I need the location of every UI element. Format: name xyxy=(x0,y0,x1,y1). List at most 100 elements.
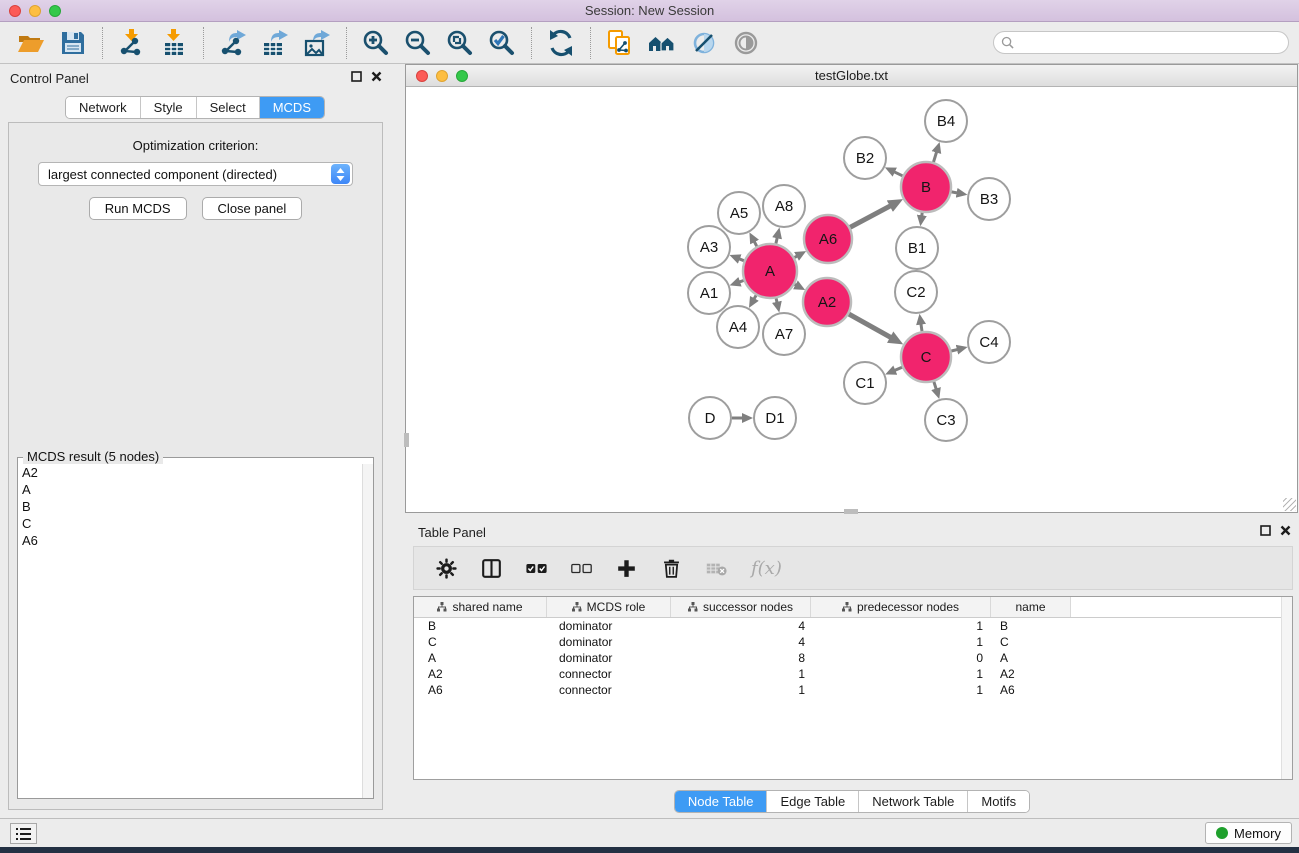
graph-edge-A-A5[interactable] xyxy=(754,241,757,246)
delete-column-button[interactable] xyxy=(661,558,682,579)
tab-node-table[interactable]: Node Table xyxy=(675,791,768,812)
graph-edge-A6-B[interactable] xyxy=(850,206,891,228)
graph-node-label: B xyxy=(921,179,931,196)
vertical-scroll-indicator[interactable] xyxy=(404,433,409,447)
tab-mcds[interactable]: MCDS xyxy=(260,97,324,118)
export-image-button[interactable] xyxy=(300,26,334,60)
search-box[interactable] xyxy=(993,31,1289,54)
tab-edge-table[interactable]: Edge Table xyxy=(767,791,859,812)
graph-edge-B-B2[interactable] xyxy=(894,172,903,176)
minimize-network-window-button[interactable] xyxy=(436,70,448,82)
zoom-window-button[interactable] xyxy=(49,5,61,17)
eye-icon xyxy=(732,29,760,57)
graph-edge-C-C2[interactable] xyxy=(921,324,922,332)
tab-select[interactable]: Select xyxy=(197,97,260,118)
task-history-button[interactable] xyxy=(10,823,37,844)
table-cell: dominator xyxy=(547,619,671,633)
graph-edge-B-B1[interactable] xyxy=(922,213,923,217)
mcds-result-item[interactable]: A2 xyxy=(18,464,362,481)
close-panel-icon[interactable] xyxy=(371,71,382,82)
mcds-result-item[interactable]: C xyxy=(18,515,362,532)
import-network-button[interactable] xyxy=(115,26,149,60)
zoom-out-button[interactable] xyxy=(401,26,435,60)
graph-edge-A2-C[interactable] xyxy=(849,314,891,338)
save-session-button[interactable] xyxy=(56,26,90,60)
graph-edge-B-B4[interactable] xyxy=(934,152,937,163)
show-column-panel-button[interactable] xyxy=(481,558,502,579)
column-header-mcds-role[interactable]: MCDS role xyxy=(547,597,671,617)
home-view-button[interactable] xyxy=(645,26,679,60)
graph-edge-A-A4[interactable] xyxy=(754,295,756,299)
mcds-result-item[interactable]: B xyxy=(18,498,362,515)
control-panel-tabs: NetworkStyleSelectMCDS xyxy=(65,96,325,119)
zoom-in-button[interactable] xyxy=(359,26,393,60)
mcds-result-item[interactable]: A6 xyxy=(18,532,362,549)
run-mcds-button[interactable]: Run MCDS xyxy=(89,197,187,220)
table-row[interactable]: Adominator80A xyxy=(414,650,1292,666)
mcds-result-item[interactable]: A xyxy=(18,481,362,498)
graph-node-label: D xyxy=(705,410,716,427)
tab-style[interactable]: Style xyxy=(141,97,197,118)
close-panel-icon[interactable] xyxy=(1280,525,1291,536)
table-cell: 1 xyxy=(811,683,991,697)
minimize-window-button[interactable] xyxy=(29,5,41,17)
memory-button[interactable]: Memory xyxy=(1205,822,1292,844)
graph-edge-A-A7[interactable] xyxy=(776,298,777,303)
window-resize-grip[interactable] xyxy=(1283,498,1296,511)
table-cell: 4 xyxy=(671,619,811,633)
result-list-scrollbar[interactable] xyxy=(362,464,373,798)
mcds-tab-content: Optimization criterion: largest connecte… xyxy=(8,122,383,810)
table-settings-button[interactable] xyxy=(436,558,457,579)
float-panel-icon[interactable] xyxy=(351,71,362,82)
search-input[interactable] xyxy=(1019,34,1288,52)
graph-edge-C-C1[interactable] xyxy=(894,367,902,370)
column-header-successor-nodes[interactable]: successor nodes xyxy=(671,597,811,617)
graph-edge-C-C3[interactable] xyxy=(934,382,936,390)
graph-edge-B-B3[interactable] xyxy=(952,192,958,193)
memory-status-icon xyxy=(1216,827,1228,839)
zoom-fit-button[interactable] xyxy=(443,26,477,60)
table-row[interactable]: Cdominator41C xyxy=(414,634,1292,650)
export-table-button[interactable] xyxy=(258,26,292,60)
graph-edge-A-A3[interactable] xyxy=(739,259,744,261)
select-all-columns-button[interactable] xyxy=(526,558,547,579)
network-window-titlebar[interactable]: testGlobe.txt xyxy=(406,65,1297,87)
unselect-all-columns-button[interactable] xyxy=(571,558,592,579)
toggle-overview-button[interactable] xyxy=(729,26,763,60)
column-header-predecessor-nodes[interactable]: predecessor nodes xyxy=(811,597,991,617)
close-panel-button[interactable]: Close panel xyxy=(202,197,303,220)
close-network-window-button[interactable] xyxy=(416,70,428,82)
duplicate-network-button[interactable] xyxy=(603,26,637,60)
zoom-network-window-button[interactable] xyxy=(456,70,468,82)
column-header-shared-name[interactable]: shared name xyxy=(414,597,547,617)
delete-table-button[interactable] xyxy=(706,558,727,579)
close-window-button[interactable] xyxy=(9,5,21,17)
import-table-button[interactable] xyxy=(157,26,191,60)
table-row[interactable]: Bdominator41B xyxy=(414,618,1292,634)
graph-edge-C-C4[interactable] xyxy=(951,349,958,351)
graph-edge-A-A1[interactable] xyxy=(739,281,744,283)
table-row[interactable]: A6connector11A6 xyxy=(414,682,1292,698)
export-network-button[interactable] xyxy=(216,26,250,60)
network-canvas[interactable]: B4B2BB3A8A5A6A3B1AA1C2A2A4A7C4CC1C3DD1 xyxy=(406,87,1297,512)
tab-network[interactable]: Network xyxy=(66,97,141,118)
optimization-criterion-select[interactable]: largest connected component (directed) xyxy=(38,162,353,186)
tab-motifs[interactable]: Motifs xyxy=(968,791,1029,812)
column-header-name[interactable]: name xyxy=(991,597,1071,617)
graph-edge-A-A8[interactable] xyxy=(776,237,777,243)
function-builder-button[interactable]: f(x) xyxy=(751,558,782,579)
create-column-button[interactable] xyxy=(616,558,637,579)
horizontal-scroll-indicator[interactable] xyxy=(844,509,858,514)
graph-edge-A-A6[interactable] xyxy=(795,256,798,258)
refresh-view-button[interactable] xyxy=(544,26,578,60)
zoom-out-icon xyxy=(404,29,432,57)
graph-edge-A-A2[interactable] xyxy=(795,284,797,285)
toolbar-separator xyxy=(590,27,591,59)
table-scrollbar[interactable] xyxy=(1281,597,1292,779)
zoom-selected-button[interactable] xyxy=(485,26,519,60)
table-row[interactable]: A2connector11A2 xyxy=(414,666,1292,682)
open-session-button[interactable] xyxy=(14,26,48,60)
float-panel-icon[interactable] xyxy=(1260,525,1271,536)
tab-network-table[interactable]: Network Table xyxy=(859,791,968,812)
hide-graphics-details-button[interactable] xyxy=(687,26,721,60)
